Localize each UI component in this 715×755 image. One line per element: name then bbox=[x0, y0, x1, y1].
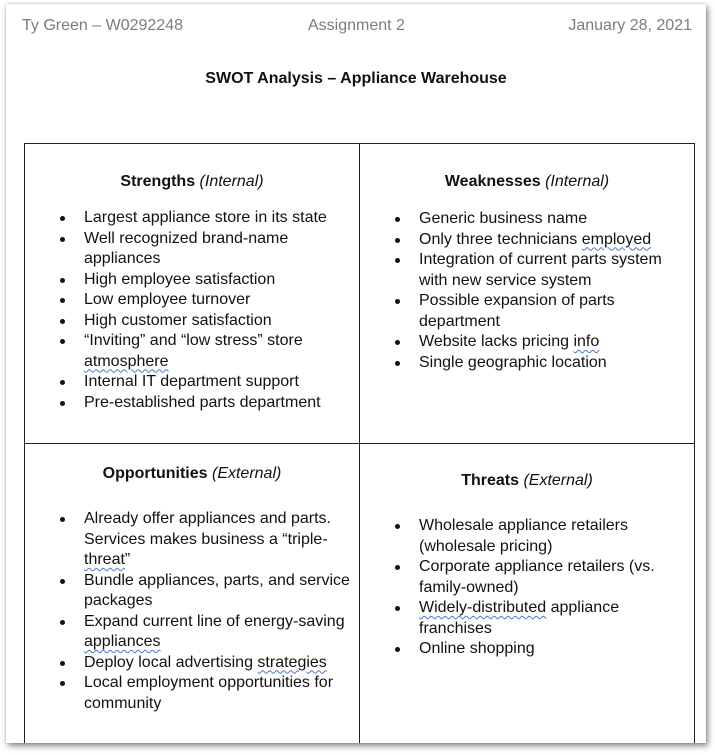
strengths-qualifier: (Internal) bbox=[199, 173, 264, 190]
list-item: Corporate appliance retailers (vs. famil… bbox=[360, 557, 694, 598]
list-item: “Inviting” and “low stress” store atmosp… bbox=[25, 331, 359, 372]
spellcheck-underline: threat bbox=[84, 551, 125, 568]
header-date: January 28, 2021 bbox=[568, 17, 692, 34]
list-item: Internal IT department support bbox=[25, 372, 359, 393]
list-item: Website lacks pricing info bbox=[360, 332, 694, 353]
list-item: Expand current line of energy-saving app… bbox=[25, 612, 359, 653]
list-item: Largest appliance store in its state bbox=[25, 208, 359, 229]
header-assignment: Assignment 2 bbox=[308, 17, 405, 34]
page-header: Ty Green – W0292248 Assignment 2 January… bbox=[22, 17, 692, 37]
threats-title: Threats bbox=[461, 472, 519, 489]
spellcheck-underline: Widely-distributed bbox=[419, 599, 547, 616]
weaknesses-list: Generic business name Only three technic… bbox=[360, 209, 694, 373]
list-item: Low employee turnover bbox=[25, 290, 359, 311]
weaknesses-title: Weaknesses bbox=[444, 173, 541, 190]
list-item: Wholesale appliance retailers (wholesale… bbox=[360, 516, 694, 557]
list-item: High customer satisfaction bbox=[25, 311, 359, 332]
weaknesses-qualifier: (Internal) bbox=[545, 173, 610, 190]
spellcheck-underline: employed bbox=[581, 230, 652, 248]
document-page: Ty Green – W0292248 Assignment 2 January… bbox=[6, 4, 706, 743]
list-item: Bundle appliances, parts, and service pa… bbox=[25, 571, 359, 612]
strengths-list: Largest appliance store in its state Wel… bbox=[25, 208, 359, 413]
list-item: Only three technicians employed bbox=[360, 230, 694, 251]
threats-heading: Threats (External) bbox=[360, 472, 694, 490]
list-item: Well recognized brand-name appliances bbox=[25, 229, 359, 270]
swot-table: Strengths (Internal) Largest appliance s… bbox=[24, 143, 695, 743]
list-item: Single geographic location bbox=[360, 353, 694, 374]
opportunities-cell: Opportunities (External) Already offer a… bbox=[24, 443, 360, 743]
list-item: Integration of current parts system with… bbox=[360, 250, 694, 291]
strengths-heading: Strengths (Internal) bbox=[25, 173, 359, 191]
spellcheck-underline: atmosphere bbox=[84, 352, 169, 370]
threats-cell: Threats (External) Wholesale appliance r… bbox=[359, 443, 695, 743]
spellcheck-underline: appliances bbox=[84, 633, 161, 650]
header-author: Ty Green – W0292248 bbox=[22, 17, 183, 34]
weaknesses-cell: Weaknesses (Internal) Generic business n… bbox=[359, 143, 695, 444]
threats-qualifier: (External) bbox=[523, 472, 593, 489]
opportunities-title: Opportunities bbox=[102, 465, 208, 482]
list-item: Possible expansion of parts department bbox=[360, 291, 694, 332]
list-item: Generic business name bbox=[360, 209, 694, 230]
list-item: Pre-established parts department bbox=[25, 393, 359, 414]
list-item: Widely-distributed appliance franchises bbox=[360, 598, 694, 639]
document-title: SWOT Analysis – Appliance Warehouse bbox=[205, 70, 507, 87]
opportunities-qualifier: (External) bbox=[211, 465, 282, 482]
opportunities-heading: Opportunities (External) bbox=[25, 465, 359, 483]
list-item: Deploy local advertising strategies bbox=[25, 653, 359, 674]
opportunities-list: Already offer appliances and parts. Serv… bbox=[25, 509, 359, 714]
threats-list: Wholesale appliance retailers (wholesale… bbox=[360, 516, 694, 660]
weaknesses-heading: Weaknesses (Internal) bbox=[360, 173, 694, 191]
list-item: Online shopping bbox=[360, 639, 694, 660]
strengths-cell: Strengths (Internal) Largest appliance s… bbox=[24, 143, 360, 444]
strengths-title: Strengths bbox=[120, 173, 196, 190]
spellcheck-underline: strategies bbox=[257, 653, 327, 671]
list-item: Local employment opportunities for commu… bbox=[25, 673, 359, 714]
list-item: High employee satisfaction bbox=[25, 270, 359, 291]
list-item: Already offer appliances and parts. Serv… bbox=[25, 509, 359, 571]
spellcheck-underline: info bbox=[573, 333, 600, 350]
